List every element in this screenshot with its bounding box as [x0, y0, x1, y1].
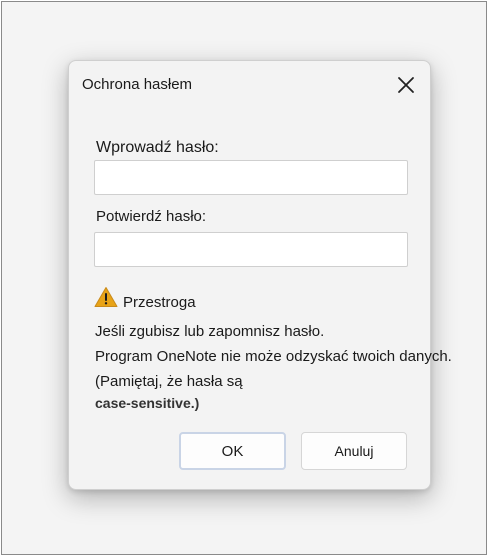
- dialog-title: Ochrona hasłem: [82, 76, 193, 93]
- warning-icon: [94, 286, 118, 308]
- close-icon[interactable]: [394, 73, 418, 97]
- screenshot-frame: Ochrona hasłem Wprowadź hasło: Potwierdź…: [1, 1, 487, 555]
- cancel-button[interactable]: Anuluj: [301, 432, 407, 470]
- warning-line: (Pamiętaj, że hasła są: [95, 373, 243, 390]
- confirm-password-label: Potwierdź hasło:: [96, 208, 207, 225]
- password-label: Wprowadź hasło:: [96, 139, 219, 156]
- warning-line: Program OneNote nie może odzyskać twoich…: [95, 348, 452, 365]
- password-input[interactable]: [94, 160, 408, 195]
- warning-title: Przestroga: [123, 294, 196, 311]
- confirm-password-input[interactable]: [94, 232, 408, 267]
- warning-line: Jeśli zgubisz lub zapomnisz hasło.: [95, 323, 325, 340]
- password-protection-dialog: Ochrona hasłem Wprowadź hasło: Potwierdź…: [68, 60, 452, 490]
- warning-line: case-sensitive.): [95, 395, 200, 411]
- ok-button[interactable]: OK: [179, 432, 286, 470]
